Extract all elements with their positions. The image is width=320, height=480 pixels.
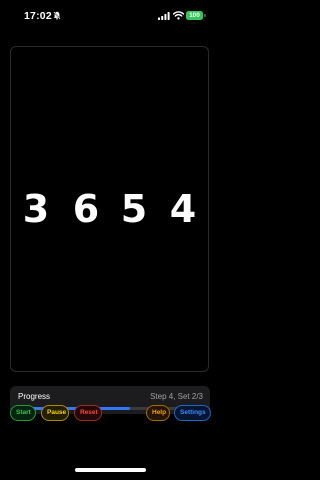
start-button[interactable]: Start (10, 405, 36, 421)
battery-tip (204, 14, 206, 17)
cellular-signal-icon (158, 12, 170, 20)
digit-2: 6 (72, 187, 100, 231)
home-indicator (75, 468, 146, 472)
digit-3: 5 (120, 187, 148, 231)
pause-button[interactable]: Pause (41, 405, 69, 421)
bell-slash-icon (53, 11, 61, 20)
reset-button[interactable]: Reset (74, 405, 102, 421)
status-bar: 17:02 100 (0, 0, 221, 30)
digit-sequence: 3 6 5 4 (0, 186, 221, 232)
digit-1: 3 (22, 187, 50, 231)
progress-label: Progress (18, 392, 51, 401)
settings-button[interactable]: Settings (174, 405, 211, 421)
battery-indicator: 100 (186, 11, 203, 20)
status-time: 17:02 (24, 10, 52, 22)
help-button[interactable]: Help (146, 405, 170, 421)
progress-status: Step 4, Set 2/3 (150, 392, 203, 401)
wifi-icon (173, 11, 184, 20)
digit-4: 4 (169, 187, 197, 231)
